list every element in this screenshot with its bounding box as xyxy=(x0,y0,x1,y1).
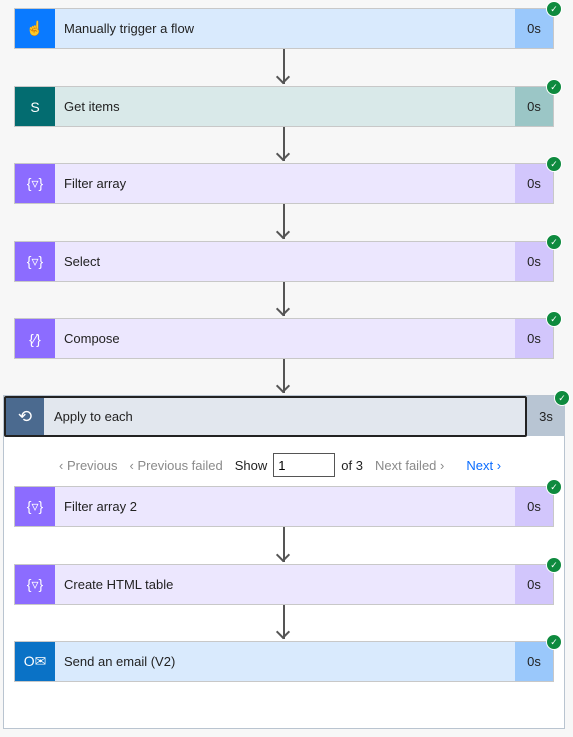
success-check-icon: ✓ xyxy=(546,557,562,573)
next-failed-button[interactable]: Next failed › xyxy=(375,458,444,473)
step-title: Apply to each xyxy=(54,409,133,424)
step-duration: 0s xyxy=(515,9,553,48)
connector-arrow xyxy=(275,527,291,563)
flow-step-card[interactable]: ☝ Manually trigger a flow 0s ✓ xyxy=(14,1,562,49)
previous-button[interactable]: ‹ Previous xyxy=(59,458,118,473)
step-duration: 0s xyxy=(515,487,553,526)
success-check-icon: ✓ xyxy=(546,479,562,495)
iteration-pager: ‹ Previous ‹ Previous failed Show of 3 N… xyxy=(59,453,501,477)
success-check-icon: ✓ xyxy=(546,311,562,327)
step-title: Send an email (V2) xyxy=(64,654,176,669)
step-duration: 0s xyxy=(515,164,553,203)
flow-step-card[interactable]: {▿} Select 0s ✓ xyxy=(14,234,562,282)
success-check-icon: ✓ xyxy=(546,234,562,250)
connector-arrow xyxy=(275,605,291,640)
step-title: Create HTML table xyxy=(64,577,174,592)
outlook-icon: O✉ xyxy=(15,642,55,681)
success-check-icon: ✓ xyxy=(554,390,570,406)
flow-step-card[interactable]: {▿} Filter array 0s ✓ xyxy=(14,156,562,204)
connector-arrow xyxy=(275,282,291,317)
connector-arrow xyxy=(275,204,291,240)
step-duration: 0s xyxy=(515,565,553,604)
iteration-input[interactable] xyxy=(273,453,336,477)
success-check-icon: ✓ xyxy=(546,1,562,17)
connector-arrow xyxy=(275,127,291,162)
next-failed-label: Next failed xyxy=(374,457,437,473)
step-title: Compose xyxy=(64,331,120,346)
flow-step-card[interactable]: {∕} Compose 0s ✓ xyxy=(14,311,562,359)
connector-arrow xyxy=(275,49,291,85)
step-duration: 0s xyxy=(515,319,553,358)
previous-failed-label: Previous failed xyxy=(137,457,223,473)
step-title: Manually trigger a flow xyxy=(64,21,195,36)
step-title: Filter array xyxy=(64,176,127,191)
flow-step-card[interactable]: {▿} Create HTML table 0s ✓ xyxy=(14,557,562,605)
data-operation-icon: {▿} xyxy=(15,164,55,203)
show-label: Show xyxy=(234,457,268,473)
apply-to-each-header[interactable]: ⟲ Apply to each xyxy=(4,396,527,437)
flow-step-card[interactable]: {▿} Filter array 2 0s ✓ xyxy=(14,479,562,527)
touch-icon: ☝ xyxy=(15,9,55,48)
previous-failed-button[interactable]: ‹ Previous failed xyxy=(130,458,223,473)
iteration-count: of 3 xyxy=(341,457,363,473)
sharepoint-icon: S xyxy=(15,87,55,126)
data-operation-icon: {▿} xyxy=(15,565,55,604)
step-duration: 0s xyxy=(515,242,553,281)
success-check-icon: ✓ xyxy=(546,156,562,172)
data-operation-icon: {▿} xyxy=(15,242,55,281)
step-title: Get items xyxy=(64,99,120,114)
success-check-icon: ✓ xyxy=(546,79,562,95)
loop-icon: ⟲ xyxy=(6,398,44,435)
step-duration: 0s xyxy=(515,642,553,681)
next-label: Next xyxy=(466,457,494,473)
previous-label: Previous xyxy=(66,457,118,473)
step-duration: 0s xyxy=(515,87,553,126)
flow-step-card[interactable]: S Get items 0s ✓ xyxy=(14,79,562,127)
next-button[interactable]: Next › xyxy=(466,458,501,473)
compose-icon: {∕} xyxy=(15,319,55,358)
success-check-icon: ✓ xyxy=(546,634,562,650)
step-title: Filter array 2 xyxy=(64,499,137,514)
flow-step-card[interactable]: O✉ Send an email (V2) 0s ✓ xyxy=(14,634,562,682)
connector-arrow xyxy=(275,359,291,394)
step-title: Select xyxy=(64,254,101,269)
data-operation-icon: {▿} xyxy=(15,487,55,526)
